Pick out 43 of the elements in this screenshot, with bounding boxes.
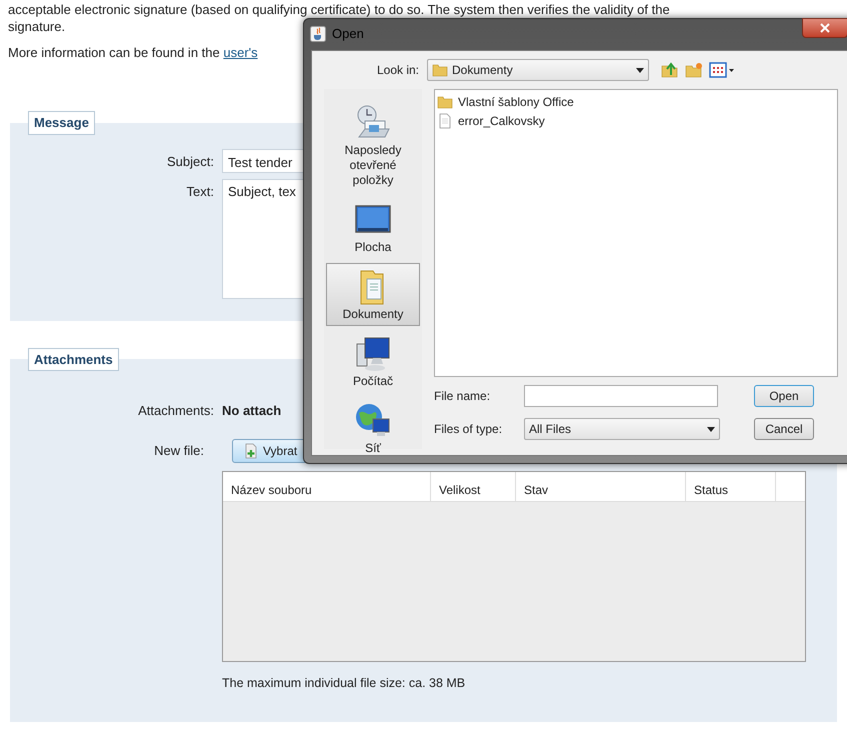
new-folder-icon[interactable] bbox=[685, 61, 703, 79]
column-header[interactable]: Stav bbox=[516, 472, 686, 500]
field-label: Subject: bbox=[166, 152, 214, 171]
size-note: The maximum individual file size: ca. 38 MB bbox=[222, 674, 466, 692]
look-in-label: Look in: bbox=[376, 62, 420, 79]
dropdown-arrow-icon bbox=[707, 426, 715, 432]
field-label: Text: bbox=[186, 182, 214, 200]
open-button[interactable]: Open bbox=[754, 385, 814, 407]
place-item[interactable]: Plocha bbox=[326, 196, 420, 259]
field-label: New file: bbox=[153, 442, 204, 460]
close-icon bbox=[820, 23, 830, 33]
folder-icon bbox=[437, 94, 453, 110]
add-file-icon bbox=[243, 442, 259, 458]
java-cup-icon bbox=[310, 26, 326, 42]
file-name-field[interactable] bbox=[524, 385, 718, 407]
file-type-dropdown[interactable]: All Files bbox=[524, 418, 720, 440]
up-folder-icon[interactable] bbox=[661, 61, 679, 79]
column-header[interactable]: Status bbox=[686, 472, 776, 500]
dropdown-arrow-icon bbox=[636, 68, 644, 72]
place-item[interactable]: Dokumenty bbox=[326, 263, 420, 326]
dialog-title: Open bbox=[332, 25, 364, 44]
field-label: Attachments: bbox=[137, 402, 214, 420]
users-guide-link[interactable]: user's bbox=[223, 45, 258, 60]
file-list-item[interactable]: Vlastní šablony Office bbox=[437, 92, 835, 111]
place-item[interactable]: Počítač bbox=[326, 330, 420, 393]
document-icon bbox=[437, 112, 453, 128]
look-in-dropdown[interactable]: Dokumenty bbox=[427, 59, 649, 81]
file-list-item[interactable]: error_Calkovsky bbox=[437, 111, 835, 130]
place-item[interactable]: Síť bbox=[326, 397, 420, 460]
cancel-button[interactable]: Cancel bbox=[754, 418, 814, 440]
file-name-label: File name: bbox=[434, 388, 492, 405]
intro-text-line: acceptable electronic signature (based on qualifying certificate) to do so. The system then verifies the validity of the bbox=[8, 1, 670, 18]
file-type-label: Files of type: bbox=[434, 421, 504, 438]
close-button[interactable] bbox=[802, 18, 847, 38]
attachments-value: No attach bbox=[222, 402, 282, 420]
place-item[interactable]: Naposledy otevřené položky bbox=[326, 99, 420, 192]
documents-folder-icon bbox=[432, 62, 448, 78]
section-legend: Message bbox=[28, 111, 95, 134]
intro-text-line: signature. bbox=[8, 18, 66, 35]
column-header[interactable]: Velikost bbox=[431, 472, 516, 500]
column-header[interactable]: Název souboru bbox=[223, 472, 431, 500]
view-menu-icon[interactable] bbox=[709, 61, 735, 79]
section-legend: Attachments bbox=[28, 348, 119, 371]
